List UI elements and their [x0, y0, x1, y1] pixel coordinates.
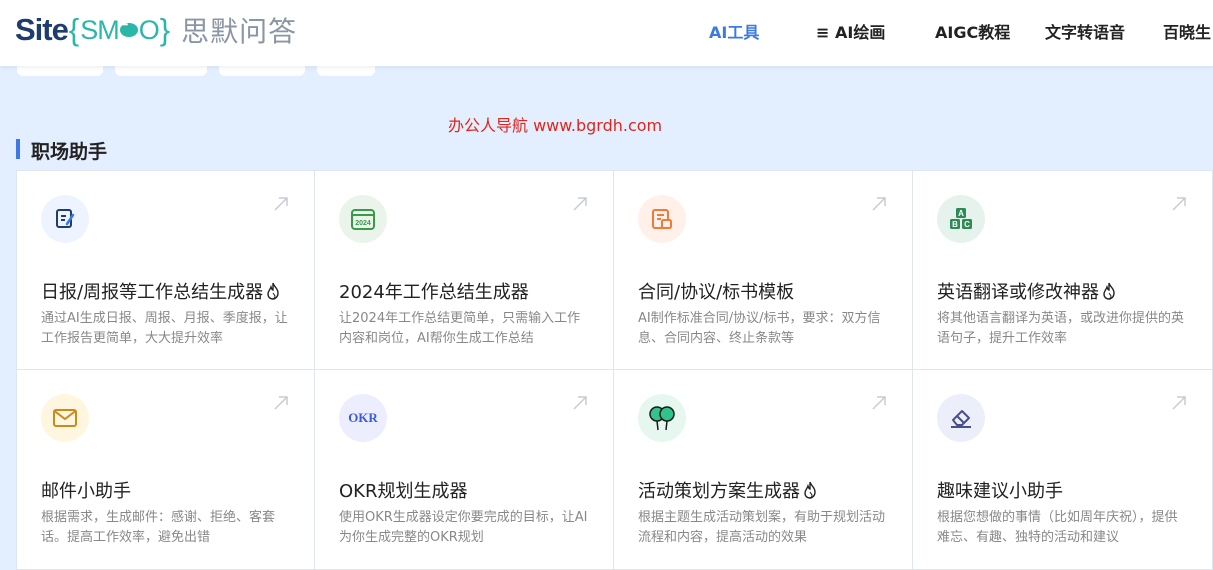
- hot-fire-icon: [1103, 282, 1115, 300]
- external-link-arrow-icon[interactable]: [272, 195, 290, 213]
- card-description: AI制作标准合同/协议/标书，要求：双方信息、合同内容、终止条款等: [638, 311, 881, 346]
- card-description: 使用OKR生成器设定你要完成的目标，让AI为你生成完整的OKR规划: [339, 510, 588, 545]
- external-link-arrow-icon[interactable]: [1170, 394, 1188, 412]
- logo-smo-text: SMO: [80, 15, 160, 46]
- tool-card-grid: 日报/周报等工作总结生成器 通过AI生成日报、周报、月报、季度报，让工作报告更简…: [16, 170, 1213, 570]
- card-title: 2024年工作总结生成器: [339, 282, 529, 303]
- svg-text:A: A: [958, 209, 964, 218]
- contract-icon: [638, 195, 686, 243]
- external-link-arrow-icon[interactable]: [571, 195, 589, 213]
- tool-card[interactable]: 合同/协议/标书模板 AI制作标准合同/协议/标书，要求：双方信息、合同内容、终…: [614, 170, 913, 370]
- card-description: 将其他语言翻译为英语，或改进你提供的英语句子，提升工作效率: [937, 311, 1185, 346]
- nav-baixiaosheng[interactable]: 百晓生: [1163, 19, 1211, 43]
- external-link-arrow-icon[interactable]: [571, 394, 589, 412]
- card-title: OKR规划生成器: [339, 481, 468, 502]
- logo-cn-name: 思默问答: [181, 15, 298, 48]
- external-link-arrow-icon[interactable]: [870, 394, 888, 412]
- tool-card[interactable]: 邮件小助手 根据需求，生成邮件：感谢、拒绝、客套话。提高工作效率，避免出错: [16, 370, 315, 570]
- card-title: 邮件小助手: [41, 481, 131, 502]
- okr-icon: OKR: [339, 394, 387, 442]
- nav-ai-drawing[interactable]: ≡ AI绘画: [816, 19, 885, 43]
- card-description: 通过AI生成日报、周报、月报、季度报，让工作报告更简单，大大提升效率: [41, 311, 288, 346]
- nav-ai-tools[interactable]: AI工具: [709, 19, 759, 43]
- card-title: 英语翻译或修改神器: [937, 278, 1117, 304]
- okr-icon-text: OKR: [348, 410, 378, 425]
- tool-card[interactable]: 日报/周报等工作总结生成器 通过AI生成日报、周报、月报、季度报，让工作报告更简…: [16, 170, 315, 370]
- card-title: 活动策划方案生成器: [638, 477, 818, 503]
- top-header: Site { SMO } 思默问答 AI工具 ≡ AI绘画 AIGC教程 文字转…: [0, 0, 1213, 66]
- card-title: 日报/周报等工作总结生成器: [41, 278, 281, 304]
- envelope-icon: [41, 394, 89, 442]
- hot-fire-icon: [267, 282, 279, 300]
- calendar-2024-icon: 2024: [339, 195, 387, 243]
- svg-text:C: C: [964, 220, 970, 229]
- site-logo[interactable]: Site { SMO } 思默问答: [15, 10, 297, 50]
- card-description: 根据您想做的事情（比如周年庆祝），提供难忘、有趣、独特的活动和建议: [937, 510, 1178, 545]
- calendar-year-text: 2024: [355, 220, 371, 227]
- card-description: 根据需求，生成邮件：感谢、拒绝、客套话。提高工作效率，避免出错: [41, 510, 276, 545]
- tool-card[interactable]: 活动策划方案生成器 根据主题生成活动策划案，有助于规划活动流程和内容，提高活动的…: [614, 370, 913, 570]
- external-link-arrow-icon[interactable]: [1170, 195, 1188, 213]
- nav-text-to-speech[interactable]: 文字转语音: [1045, 19, 1125, 43]
- hot-fire-icon: [804, 481, 816, 499]
- watermark-text: 办公人导航 www.bgrdh.com: [448, 116, 663, 135]
- card-description: 让2024年工作总结更简单，只需输入工作内容和岗位，AI帮你生成工作总结: [339, 311, 581, 346]
- card-description: 根据主题生成活动策划案，有助于规划活动流程和内容，提高活动的效果: [638, 510, 886, 545]
- tool-card[interactable]: OKR OKR规划生成器 使用OKR生成器设定你要完成的目标，让AI为你生成完整…: [315, 370, 614, 570]
- section-title: 职场助手: [31, 141, 108, 163]
- logo-brace-open: {: [68, 12, 80, 47]
- svg-text:B: B: [952, 220, 958, 229]
- section-accent-bar: [16, 139, 20, 159]
- tool-card[interactable]: A B C 英语翻译或修改神器 将其他语言翻译为英语，或改进你提供的英语句子，提…: [913, 170, 1213, 370]
- tool-card[interactable]: 2024 2024年工作总结生成器 让2024年工作总结更简单，只需输入工作内容…: [315, 170, 614, 370]
- card-title: 合同/协议/标书模板: [638, 282, 795, 303]
- tool-card[interactable]: 趣味建议小助手 根据您想做的事情（比如周年庆祝），提供难忘、有趣、独特的活动和建…: [913, 370, 1213, 570]
- nav-aigc-tutorial[interactable]: AIGC教程: [935, 19, 1010, 43]
- external-link-arrow-icon[interactable]: [870, 195, 888, 213]
- external-link-arrow-icon[interactable]: [272, 394, 290, 412]
- card-title: 趣味建议小助手: [937, 481, 1063, 502]
- balloons-icon: [638, 394, 686, 442]
- logo-chat-bubble-icon: [119, 20, 138, 37]
- logo-brace-close: }: [159, 12, 171, 47]
- logo-site-text: Site: [15, 12, 69, 47]
- edit-icon: [41, 195, 89, 243]
- abc-blocks-icon: A B C: [937, 195, 985, 243]
- eraser-icon: [937, 394, 985, 442]
